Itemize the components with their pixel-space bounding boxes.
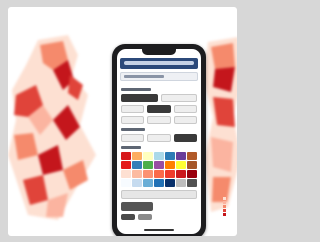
color-swatch[interactable] [132, 179, 142, 187]
color-swatch[interactable] [176, 152, 186, 160]
color-swatch[interactable] [121, 152, 131, 160]
color-swatch[interactable] [165, 170, 175, 178]
choropleth-map-left [8, 35, 96, 220]
color-swatch[interactable] [121, 179, 131, 187]
color-swatch[interactable] [154, 152, 164, 160]
legend-chip [223, 201, 226, 204]
color-palette-grid [121, 152, 197, 187]
color-swatch[interactable] [143, 170, 153, 178]
color-swatch[interactable] [121, 161, 131, 169]
map-legend [223, 197, 233, 217]
option-button[interactable] [121, 94, 158, 102]
section-label [121, 128, 145, 131]
url-text-placeholder [124, 75, 164, 78]
action-button[interactable] [121, 214, 135, 220]
section-label [121, 146, 141, 149]
color-swatch[interactable] [165, 152, 175, 160]
action-row [121, 214, 197, 220]
option-button[interactable] [121, 105, 145, 113]
color-swatch[interactable] [143, 161, 153, 169]
color-swatch[interactable] [132, 170, 142, 178]
app-title-placeholder [124, 61, 194, 65]
selector-field[interactable] [121, 202, 153, 211]
color-swatch[interactable] [176, 170, 186, 178]
choropleth-map-right [203, 37, 237, 212]
legend-chip [223, 205, 226, 208]
color-swatch[interactable] [132, 152, 142, 160]
color-swatch[interactable] [187, 161, 197, 169]
color-swatch[interactable] [187, 179, 197, 187]
color-swatch[interactable] [176, 179, 186, 187]
option-button[interactable] [173, 105, 197, 113]
option-row-4 [121, 134, 197, 142]
settings-panel [117, 81, 201, 220]
option-button[interactable] [173, 134, 197, 142]
option-button[interactable] [147, 134, 171, 142]
legend-chip [223, 209, 226, 212]
legend-chip [223, 197, 226, 200]
color-swatch[interactable] [121, 170, 131, 178]
home-indicator [144, 229, 174, 231]
dropdown-field[interactable] [121, 190, 197, 199]
color-swatch[interactable] [154, 170, 164, 178]
color-swatch[interactable] [143, 179, 153, 187]
color-swatch[interactable] [154, 161, 164, 169]
color-swatch[interactable] [165, 161, 175, 169]
phone-notch [142, 49, 176, 55]
phone-screen [117, 49, 201, 234]
option-button[interactable] [147, 116, 171, 124]
color-swatch[interactable] [132, 161, 142, 169]
option-button[interactable] [173, 116, 197, 124]
color-swatch[interactable] [154, 179, 164, 187]
illustration-card [8, 7, 237, 236]
app-header [120, 58, 198, 69]
option-button[interactable] [160, 94, 197, 102]
color-swatch[interactable] [165, 179, 175, 187]
option-button[interactable] [121, 116, 145, 124]
phone-mockup [112, 44, 206, 236]
color-swatch[interactable] [187, 152, 197, 160]
legend-chip [223, 213, 226, 216]
option-button[interactable] [121, 134, 145, 142]
option-row-3 [121, 116, 197, 124]
action-button[interactable] [138, 214, 152, 220]
color-swatch[interactable] [143, 152, 153, 160]
option-row-2 [121, 105, 197, 113]
color-swatch[interactable] [187, 170, 197, 178]
section-label [121, 88, 151, 91]
option-button[interactable] [147, 105, 171, 113]
url-bar[interactable] [120, 72, 198, 81]
option-row-1 [121, 94, 197, 102]
color-swatch[interactable] [176, 161, 186, 169]
